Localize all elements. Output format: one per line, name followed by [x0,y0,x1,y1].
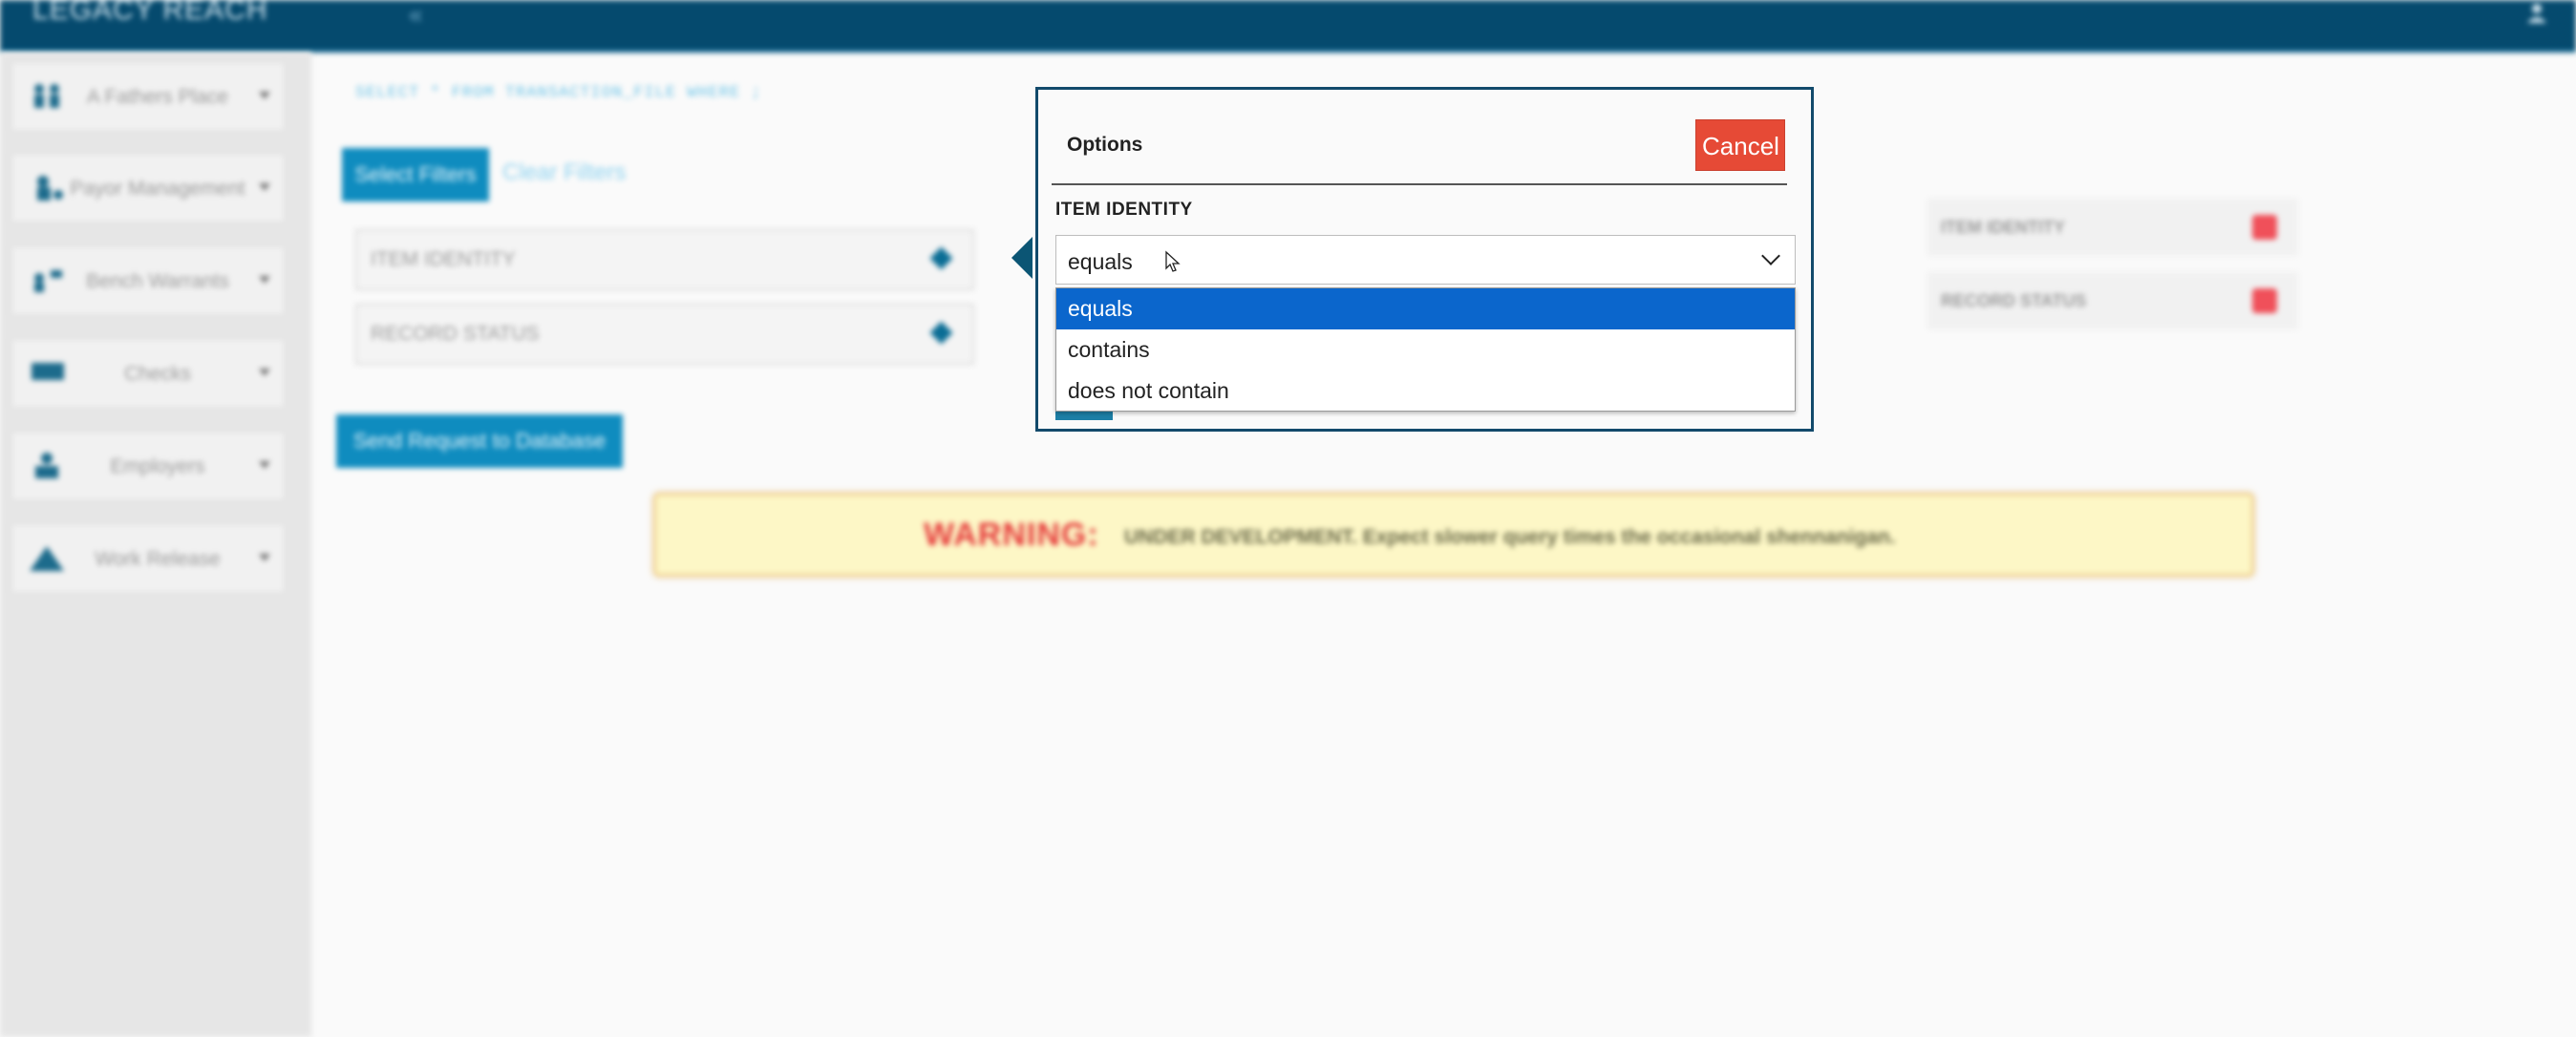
diamond-icon[interactable] [929,321,953,345]
selected-filter-label: ITEM IDENTITY [1941,218,2065,237]
caret-down-icon [259,554,270,561]
field-label: ITEM IDENTITY [1055,200,1193,220]
user-icon[interactable] [2526,2,2547,23]
chevron-down-icon [1761,246,1780,265]
caret-down-icon [259,276,270,284]
collapse-sidebar-button[interactable]: « [409,0,422,30]
sidebar: A Fathers Place Payor Management Bench W… [0,53,311,1037]
selected-filter-label: RECORD STATUS [1941,291,2087,310]
operator-select-value: equals [1068,249,1133,274]
popover-title: Options [1067,134,1143,156]
clear-filters-link[interactable]: Clear Filters [502,159,626,186]
sidebar-item-label: Work Release [95,548,221,570]
sidebar-item-bench-warrants[interactable]: Bench Warrants [11,246,285,315]
filter-label: ITEM IDENTITY [371,248,516,270]
check-icon [32,363,64,380]
sidebar-item-employers[interactable]: Employers [11,432,285,500]
cancel-button[interactable]: Cancel [1695,119,1785,171]
option-equals[interactable]: equals [1056,288,1795,329]
operator-dropdown-list: equals contains does not contain [1055,287,1796,412]
popover-arrow [1011,237,1033,279]
app-logo[interactable]: LEGACY REACH [32,0,268,27]
sidebar-item-work-release[interactable]: Work Release [11,524,285,593]
work-release-icon [30,546,64,571]
payor-icon [37,176,63,201]
selected-filter-item-identity: ITEM IDENTITY [1927,199,2298,256]
send-request-button[interactable]: Send Request to Database [336,414,623,468]
diamond-icon[interactable] [929,246,953,270]
caret-down-icon [259,92,270,99]
caret-down-icon [259,369,270,376]
select-filters-button[interactable]: Select Filters [342,148,489,201]
warrant-icon [34,270,62,292]
option-contains[interactable]: contains [1056,329,1795,370]
operator-select[interactable]: equals [1055,235,1796,285]
caret-down-icon [259,461,270,469]
selected-filter-record-status: RECORD STATUS [1927,272,2298,329]
sidebar-item-label: Payor Management [70,178,245,200]
filter-row-record-status[interactable]: RECORD STATUS [355,304,974,365]
filter-row-item-identity[interactable]: ITEM IDENTITY [355,229,974,290]
option-does-not-contain[interactable]: does not contain [1056,370,1795,412]
warning-banner: WARNING: UNDER DEVELOPMENT. Expect slowe… [653,493,2254,577]
apply-button[interactable] [1055,411,1113,420]
employer-icon [35,453,58,478]
sidebar-item-checks[interactable]: Checks [11,339,285,408]
remove-filter-icon[interactable] [2252,215,2277,240]
sidebar-item-label: Employers [110,455,205,477]
sidebar-item-a-fathers-place[interactable]: A Fathers Place [11,62,285,131]
filter-label: RECORD STATUS [371,323,540,345]
sidebar-item-label: A Fathers Place [86,86,229,108]
family-icon [34,84,59,108]
sidebar-item-payor-management[interactable]: Payor Management [11,154,285,222]
caret-down-icon [259,183,270,191]
options-popover: Options Cancel ITEM IDENTITY equals equa… [1035,87,1814,432]
divider [1052,183,1787,185]
top-bar: LEGACY REACH « [0,0,2576,53]
warning-text: UNDER DEVELOPMENT. Expect slower query t… [1124,526,1896,548]
sidebar-item-label: Checks [123,363,192,385]
mouse-cursor-icon [1165,250,1181,272]
remove-filter-icon[interactable] [2252,288,2277,313]
sidebar-item-label: Bench Warrants [86,270,229,292]
warning-title: WARNING: [924,517,1099,553]
sql-preview: SELECT * FROM TRANSACTION_FILE WHERE ; [355,84,762,102]
